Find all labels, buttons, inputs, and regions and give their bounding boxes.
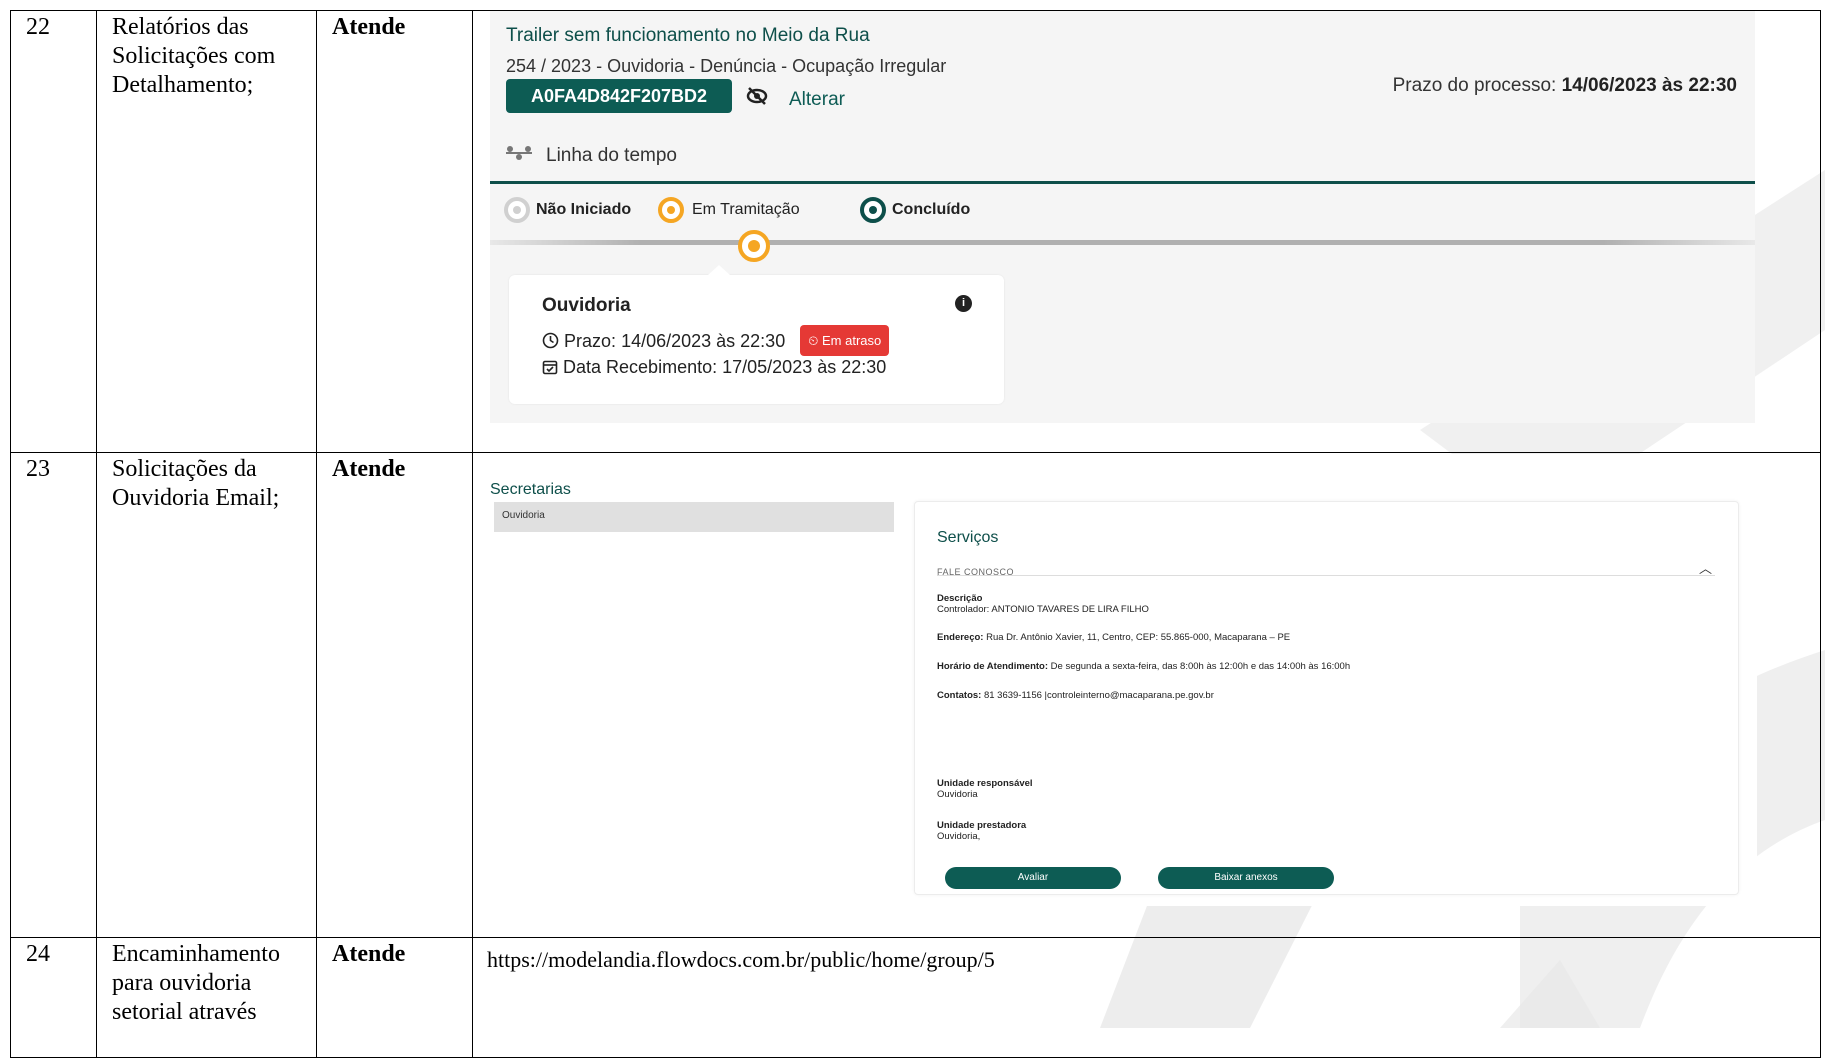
accordion-label[interactable]: FALE CONOSCO xyxy=(937,558,1014,587)
avaliar-button[interactable]: Avaliar xyxy=(945,867,1121,889)
services-card: Serviços FALE CONOSCO ︿ Descrição Contro… xyxy=(914,501,1739,895)
process-code-badge: A0FA4D842F207BD2 xyxy=(506,79,732,113)
descricao-label: Descrição xyxy=(937,593,983,604)
step-deadline: Prazo: 14/06/2023 às 22:30 ⏲ Em atraso xyxy=(542,325,890,356)
alterar-link[interactable]: Alterar xyxy=(789,85,845,114)
timeline-label: Linha do tempo xyxy=(546,145,677,166)
divider xyxy=(937,575,1715,576)
divider xyxy=(490,181,1755,184)
table-row: 22 Relatórios das Solicitações com Detal… xyxy=(10,10,1821,453)
baixar-anexos-button[interactable]: Baixar anexos xyxy=(1158,867,1334,889)
not-started-dot-icon xyxy=(504,197,530,223)
timeline-bar xyxy=(490,240,1755,245)
services-panel: Secretarias Ouvidoria Serviços FALE CONO… xyxy=(490,454,1757,906)
process-subtitle: 254 / 2023 - Ouvidoria - Denúncia - Ocup… xyxy=(506,56,947,76)
row-screenshot: Trailer sem funcionamento no Meio da Rua… xyxy=(472,10,1821,453)
unidade-responsavel-label: Unidade responsável xyxy=(937,778,1033,789)
timeline-icon xyxy=(506,142,532,171)
process-deadline-label: Prazo do processo: xyxy=(1392,75,1557,96)
horario-text: Horário de Atendimento: De segunda a sex… xyxy=(937,661,1351,672)
process-title: Trailer sem funcionamento no Meio da Rua xyxy=(506,25,870,46)
unidade-prestadora-label: Unidade prestadora xyxy=(937,820,1027,831)
chevron-up-icon[interactable]: ︿ xyxy=(1699,554,1712,583)
endereco-text: Endereço: Rua Dr. Antônio Xavier, 11, Ce… xyxy=(937,632,1291,643)
process-deadline-value: 14/06/2023 às 22:30 xyxy=(1561,75,1737,96)
calendar-icon xyxy=(542,357,563,377)
requirements-table: 22 Relatórios das Solicitações com Detal… xyxy=(10,10,1821,1058)
row-status: Atende xyxy=(316,937,473,1058)
secretarias-title: Secretarias xyxy=(490,481,571,498)
step-received: Data Recebimento: 17/05/2023 às 22:30 xyxy=(542,353,886,382)
contatos-text: Contatos: 81 3639-1156 |controleinterno@… xyxy=(937,690,1214,701)
completed-dot-icon xyxy=(860,197,886,223)
step-card-title: Ouvidoria xyxy=(542,295,631,316)
table-row: 23 Solicitações da Ouvidoria Email; Aten… xyxy=(10,452,1821,938)
info-icon[interactable]: i xyxy=(955,295,972,312)
row-number: 23 xyxy=(10,452,97,938)
controlador-text: Controlador: ANTONIO TAVARES DE LIRA FIL… xyxy=(937,604,1149,615)
eye-off-icon[interactable] xyxy=(746,86,768,115)
row-status: Atende xyxy=(316,10,473,453)
timeline-step-ouvidoria[interactable] xyxy=(738,230,770,262)
row-item: Relatórios das Solicitações com Detalham… xyxy=(96,10,317,453)
secretaria-item-ouvidoria[interactable]: Ouvidoria xyxy=(494,502,894,532)
step-card: Ouvidoria i Prazo: 14/06/2023 às 22:30 ⏲… xyxy=(509,265,1004,404)
row-number: 22 xyxy=(10,10,97,453)
row-content: https://modelandia.flowdocs.com.br/publi… xyxy=(472,937,1821,1058)
servicos-title: Serviços xyxy=(937,529,999,546)
process-panel: Trailer sem funcionamento no Meio da Rua… xyxy=(490,11,1755,423)
unidade-responsavel-value: Ouvidoria xyxy=(937,789,978,800)
overdue-badge: ⏲ Em atraso xyxy=(800,325,890,356)
table-row: 24 Encaminhamento para ouvidoria setoria… xyxy=(10,937,1821,1058)
process-deadline: Prazo do processo: 14/06/2023 às 22:30 xyxy=(1393,71,1737,100)
row-screenshot: Secretarias Ouvidoria Serviços FALE CONO… xyxy=(472,452,1821,938)
clock-icon xyxy=(542,331,564,351)
row-status: Atende xyxy=(316,452,473,938)
unidade-prestadora-value: Ouvidoria, xyxy=(937,831,981,842)
row-number: 24 xyxy=(10,937,97,1058)
row-item: Solicitações da Ouvidoria Email; xyxy=(96,452,317,938)
row-item: Encaminhamento para ouvidoria setorial a… xyxy=(96,937,317,1058)
url-text: https://modelandia.flowdocs.com.br/publi… xyxy=(487,947,995,972)
in-progress-dot-icon xyxy=(658,197,684,223)
